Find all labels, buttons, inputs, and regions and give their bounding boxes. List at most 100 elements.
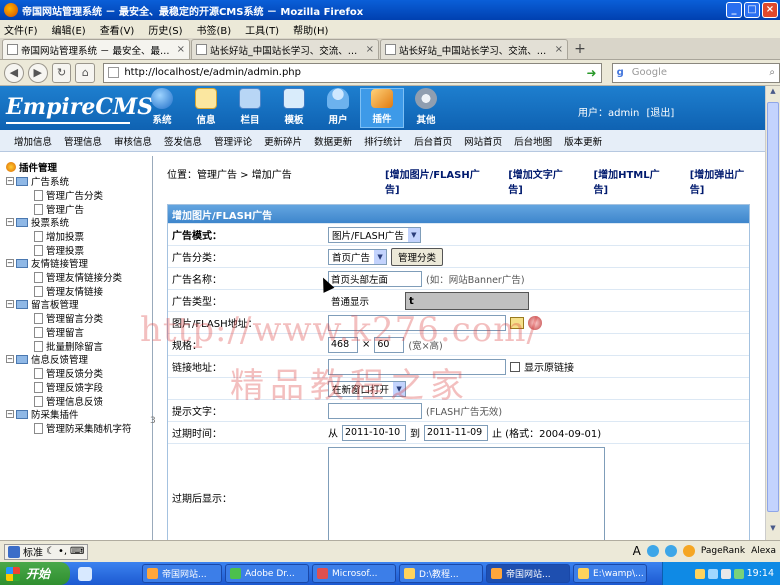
- taskbar-item[interactable]: Microsof...: [312, 564, 396, 583]
- menu-history[interactable]: 历史(S): [148, 22, 182, 37]
- menu-file[interactable]: 文件(F): [4, 22, 38, 37]
- keyboard-icon[interactable]: ⌨: [70, 546, 84, 557]
- collapse-icon[interactable]: −: [6, 355, 14, 363]
- subnav-review-info[interactable]: 审核信息: [114, 134, 152, 148]
- nav-plugin[interactable]: 插件: [360, 88, 404, 128]
- nav-template[interactable]: 模板: [272, 88, 316, 128]
- ime-toolbar[interactable]: 标准 ☾ •, ⌨: [4, 543, 89, 560]
- menu-tools[interactable]: 工具(T): [245, 22, 279, 37]
- subnav-admin-map[interactable]: 后台地图: [514, 134, 552, 148]
- collapse-icon[interactable]: −: [6, 218, 14, 226]
- menu-bookmarks[interactable]: 书签(B): [197, 22, 232, 37]
- link-add-html-ad[interactable]: [增加HTML广告]: [594, 166, 670, 196]
- search-icon[interactable]: ⌕: [769, 67, 775, 78]
- manage-category-button[interactable]: 管理分类: [391, 247, 444, 266]
- tray-icon[interactable]: [707, 568, 718, 579]
- tree-group-vote[interactable]: − 投票系统: [6, 215, 69, 229]
- logout-link[interactable]: [退出]: [647, 108, 675, 119]
- reload-button[interactable]: ↻: [51, 62, 72, 83]
- tree-item[interactable]: 增加投票: [34, 229, 84, 243]
- close-tab-icon[interactable]: ×: [555, 44, 563, 55]
- taskbar-item[interactable]: 帝国网站...: [486, 564, 570, 583]
- menu-help[interactable]: 帮助(H): [293, 22, 328, 37]
- subnav-version-update[interactable]: 版本更新: [564, 134, 602, 148]
- subnav-add-info[interactable]: 增加信息: [14, 134, 52, 148]
- tree-item[interactable]: 管理留言分类: [34, 311, 103, 325]
- taskbar-item[interactable]: D:\教程...: [399, 564, 483, 583]
- autocomplete-popup[interactable]: t: [405, 292, 529, 310]
- tree-item[interactable]: 管理友情链接分类: [34, 270, 122, 284]
- end-date-input[interactable]: 2011-11-09: [424, 424, 488, 441]
- breadcrumb-link[interactable]: 管理广告: [197, 170, 237, 181]
- nav-system[interactable]: 系统: [140, 88, 184, 128]
- menu-edit[interactable]: 编辑(E): [52, 22, 86, 37]
- nav-column[interactable]: 栏目: [228, 88, 272, 128]
- addon-icon[interactable]: [682, 545, 695, 557]
- back-button[interactable]: ◀: [4, 62, 24, 83]
- link-add-text-ad[interactable]: [增加文字广告]: [508, 166, 573, 196]
- select-file-icon[interactable]: [510, 316, 524, 329]
- go-icon[interactable]: ➜: [587, 66, 597, 80]
- nav-info[interactable]: 信息: [184, 88, 228, 128]
- url-bar[interactable]: http://localhost/e/admin/admin.php ➜: [103, 62, 602, 83]
- maximize-button[interactable]: □: [744, 2, 760, 18]
- subnav-data-update[interactable]: 数据更新: [314, 134, 352, 148]
- close-tab-icon[interactable]: ×: [366, 44, 374, 55]
- nav-other[interactable]: 其他: [404, 88, 448, 128]
- quicklaunch-icon[interactable]: [78, 566, 92, 581]
- link-add-image-ad[interactable]: [增加图片/FLASH广告]: [385, 166, 488, 196]
- addon-icon[interactable]: [646, 545, 659, 557]
- font-icon[interactable]: A: [633, 544, 641, 558]
- target-select[interactable]: 在新窗口打开 ▼: [328, 380, 407, 397]
- moon-icon[interactable]: ☾: [46, 546, 55, 557]
- width-input[interactable]: 468: [328, 336, 358, 353]
- category-select[interactable]: 首页广告 ▼: [328, 248, 388, 265]
- tree-item[interactable]: 管理反馈分类: [34, 366, 103, 380]
- close-window-button[interactable]: ×: [762, 2, 778, 18]
- taskbar-item[interactable]: E:\wamp\...: [573, 564, 647, 583]
- volume-icon[interactable]: [720, 568, 731, 579]
- height-input[interactable]: 60: [374, 336, 405, 353]
- scroll-down-icon[interactable]: ▼: [767, 524, 779, 538]
- minimize-button[interactable]: _: [726, 2, 742, 18]
- tray-icon[interactable]: [694, 568, 705, 579]
- addon-icon[interactable]: [664, 545, 677, 557]
- taskbar-item[interactable]: Adobe Dr...: [225, 564, 309, 583]
- ad-name-input[interactable]: 首页头部左面: [328, 270, 422, 287]
- collapse-icon[interactable]: −: [6, 259, 14, 267]
- subnav-manage-comments[interactable]: 管理评论: [214, 134, 252, 148]
- nav-user[interactable]: 用户: [316, 88, 360, 128]
- subnav-manage-info[interactable]: 管理信息: [64, 134, 102, 148]
- scroll-thumb[interactable]: [767, 102, 779, 512]
- show-original-checkbox[interactable]: [510, 361, 520, 372]
- start-button[interactable]: 开始: [0, 562, 70, 585]
- tree-item[interactable]: 管理投票: [34, 243, 84, 257]
- collapse-icon[interactable]: −: [6, 300, 14, 308]
- browser-tab[interactable]: 帝国网站管理系统 － 最安全、最稳... ×: [2, 39, 190, 59]
- preview-icon[interactable]: [528, 315, 542, 330]
- tip-text-input[interactable]: [328, 402, 422, 419]
- tree-group-feedback[interactable]: − 信息反馈管理: [6, 352, 88, 366]
- image-url-input[interactable]: [328, 314, 506, 331]
- tree-item[interactable]: 管理友情链接: [34, 284, 103, 298]
- tree-group-anticollect[interactable]: − 防采集插件: [6, 407, 79, 421]
- link-add-popup-ad[interactable]: [增加弹出广告]: [690, 166, 755, 196]
- vertical-scrollbar[interactable]: ▲ ▼: [765, 86, 780, 540]
- taskbar-item[interactable]: 帝国网站...: [142, 564, 222, 583]
- tree-item[interactable]: 管理信息反馈: [34, 394, 103, 408]
- home-button[interactable]: ⌂: [75, 62, 96, 83]
- tree-item[interactable]: 管理留言: [34, 325, 84, 339]
- ad-type-select[interactable]: 普通显示: [328, 292, 406, 309]
- tree-item[interactable]: 管理反馈字段: [34, 380, 103, 394]
- tree-item[interactable]: 管理广告分类: [34, 188, 103, 202]
- start-date-input[interactable]: 2011-10-10: [342, 424, 406, 441]
- mode-select[interactable]: 图片/FLASH广告 ▼: [328, 226, 421, 243]
- punct-icon[interactable]: •,: [58, 546, 67, 557]
- tree-item[interactable]: 批量删除留言: [34, 339, 103, 353]
- after-expire-textarea[interactable]: [328, 446, 605, 540]
- browser-tab[interactable]: 站长好站_中国站长学习、交流、资源... ×: [380, 39, 568, 59]
- network-icon[interactable]: [733, 568, 744, 579]
- collapse-icon[interactable]: −: [6, 177, 14, 185]
- tree-item[interactable]: 管理广告: [34, 202, 84, 216]
- search-bar[interactable]: g Google ⌕: [611, 62, 780, 83]
